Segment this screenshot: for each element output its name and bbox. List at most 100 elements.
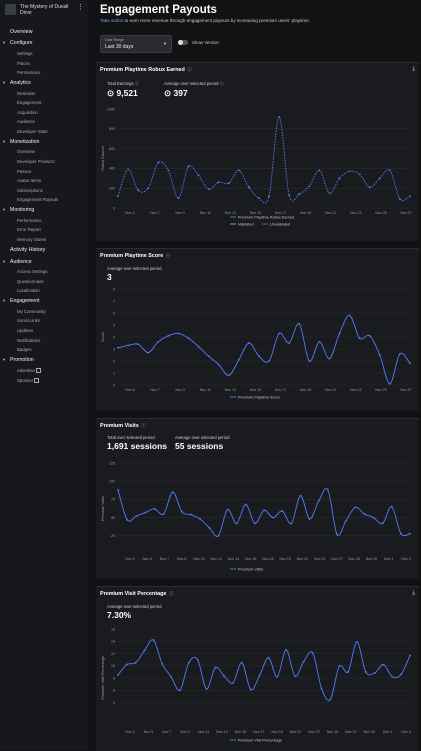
nav-activity-history[interactable]: Activity History xyxy=(0,244,88,256)
data-point xyxy=(249,688,252,691)
x-tick-label: Nov 28 xyxy=(349,557,360,561)
nav-item-promotion-0[interactable]: Advertise xyxy=(0,365,88,375)
y-tick-label: 100 xyxy=(109,480,115,484)
nav-item-monetization-0[interactable]: Overview xyxy=(0,147,88,157)
nav-item-monitoring-1[interactable]: Error Report xyxy=(0,225,88,235)
x-tick-label: Nov 19 xyxy=(280,557,291,561)
nav-item-engagement-3[interactable]: Notifications xyxy=(0,335,88,345)
x-tick-label: Nov 23 xyxy=(350,211,361,215)
y-tick-label: 0 xyxy=(113,206,115,210)
x-tick-label: Nov 15 xyxy=(235,730,246,734)
nav-section-promotion[interactable]: ▾ Promotion xyxy=(0,355,88,366)
nav-item-analytics-2[interactable]: Acquisition xyxy=(0,108,88,118)
y-tick-label: 200 xyxy=(109,187,115,191)
data-point xyxy=(311,651,314,654)
data-point xyxy=(368,334,371,337)
panel-premium-visits: Premium Visits ⓘ Total over selected per… xyxy=(96,418,419,579)
data-point xyxy=(368,186,371,189)
more-options-icon[interactable]: ⋮ xyxy=(77,4,84,11)
nav-item-monetization-5[interactable]: Engagement Payouts xyxy=(0,195,88,205)
data-point xyxy=(348,314,351,317)
data-point xyxy=(399,198,401,200)
nav-item-audience-1[interactable]: Questionnaire xyxy=(0,277,88,287)
data-point xyxy=(187,165,190,168)
chevron-down-icon: ▾ xyxy=(3,207,6,213)
data-point xyxy=(328,192,331,195)
data-point xyxy=(170,675,172,678)
data-point xyxy=(167,334,170,337)
nav-overview[interactable]: Overview xyxy=(0,26,88,38)
chevron-down-icon: ▾ xyxy=(3,258,6,264)
data-point xyxy=(205,688,208,690)
nav-section-audience[interactable]: ▾ Audience xyxy=(0,256,88,267)
data-point xyxy=(227,182,230,185)
data-point xyxy=(237,169,240,172)
y-tick-label: 1000 xyxy=(107,107,115,111)
nav-item-promotion-1[interactable]: Sponsor xyxy=(0,375,88,385)
nav-item-engagement-4[interactable]: Badges xyxy=(0,345,88,355)
data-point xyxy=(247,342,250,344)
x-tick-label: Nov 23 xyxy=(308,730,319,734)
nav-item-analytics-0[interactable]: Retention xyxy=(0,88,88,98)
date-range-select[interactable]: Date Range Last 30 days ▼ xyxy=(100,35,172,53)
nav-section-configure[interactable]: ▾ Configure xyxy=(0,38,88,49)
legend-label: Premium Playtime Robux Earned xyxy=(238,215,294,219)
game-thumbnail xyxy=(5,4,16,15)
nav-item-analytics-3[interactable]: Audience xyxy=(0,117,88,127)
nav-section-analytics[interactable]: ▾ Analytics xyxy=(0,78,88,89)
show-version-toggle[interactable] xyxy=(178,40,188,45)
y-tick-label: 4 xyxy=(113,701,115,705)
nav-item-engagement-2[interactable]: Updates xyxy=(0,326,88,336)
x-tick-label: Nov 27 xyxy=(400,211,411,215)
data-point xyxy=(381,522,384,525)
x-tick-label: Dec 3 xyxy=(401,730,410,734)
y-axis-label: Premium Visits xyxy=(101,496,105,521)
nav-item-monitoring-2[interactable]: Memory Stores xyxy=(0,235,88,245)
data-point xyxy=(214,666,217,669)
nav-item-engagement-1[interactable]: Social Links xyxy=(0,316,88,326)
nav-item-configure-0[interactable]: Settings xyxy=(0,49,88,59)
nav-section-monetization[interactable]: ▾ Monetization xyxy=(0,136,88,147)
nav-item-monetization-1[interactable]: Developer Products xyxy=(0,157,88,167)
take-action-link[interactable]: Take action xyxy=(100,18,123,23)
nav-item-configure-1[interactable]: Places xyxy=(0,58,88,68)
data-point xyxy=(161,663,164,665)
y-axis-label: Score xyxy=(101,332,105,342)
data-point xyxy=(267,656,270,659)
nav-item-analytics-4[interactable]: Developer Stats xyxy=(0,127,88,137)
legend-label: Premium Visits xyxy=(238,567,263,571)
data-point xyxy=(308,360,311,362)
data-point xyxy=(278,116,281,118)
data-point xyxy=(373,672,376,674)
data-point xyxy=(409,532,411,535)
nav-item-analytics-1[interactable]: Engagement xyxy=(0,98,88,108)
data-point xyxy=(187,337,190,340)
nav-item-monetization-4[interactable]: Subscriptions xyxy=(0,185,88,195)
data-point xyxy=(363,513,366,515)
nav-item-monetization-3[interactable]: Avatar Items xyxy=(0,176,88,186)
data-point xyxy=(171,491,174,494)
nav-item-monetization-2[interactable]: Passes xyxy=(0,166,88,176)
nav-item-audience-2[interactable]: Localization xyxy=(0,286,88,296)
x-tick-label: Nov 5 xyxy=(143,557,152,561)
chevron-down-icon: ▾ xyxy=(3,138,6,144)
nav-item-engagement-0[interactable]: My Community xyxy=(0,307,88,317)
series-line xyxy=(117,488,411,537)
data-point xyxy=(290,522,293,525)
data-point xyxy=(409,362,411,365)
data-point xyxy=(281,510,284,512)
nav-item-configure-2[interactable]: Permissions xyxy=(0,68,88,78)
nav-item-monitoring-0[interactable]: Performance xyxy=(0,215,88,225)
legend-label: Premium Visit Percentage xyxy=(238,738,282,742)
nav-section-engagement[interactable]: ▾ Engagement xyxy=(0,296,88,307)
nav-item-audience-0[interactable]: Access Settings xyxy=(0,267,88,277)
data-point xyxy=(223,675,226,678)
data-point xyxy=(263,509,265,512)
x-tick-label: Nov 18 xyxy=(262,557,273,561)
chevron-down-icon: ▾ xyxy=(3,40,6,46)
legend-label-validated: Validated xyxy=(238,222,254,226)
x-tick-label: Nov 13 xyxy=(225,388,236,392)
nav-section-monitoring[interactable]: ▾ Monitoring xyxy=(0,205,88,216)
game-header[interactable]: The Mystery of Duvall Drive ⋮ xyxy=(0,0,88,26)
data-point xyxy=(348,170,351,173)
